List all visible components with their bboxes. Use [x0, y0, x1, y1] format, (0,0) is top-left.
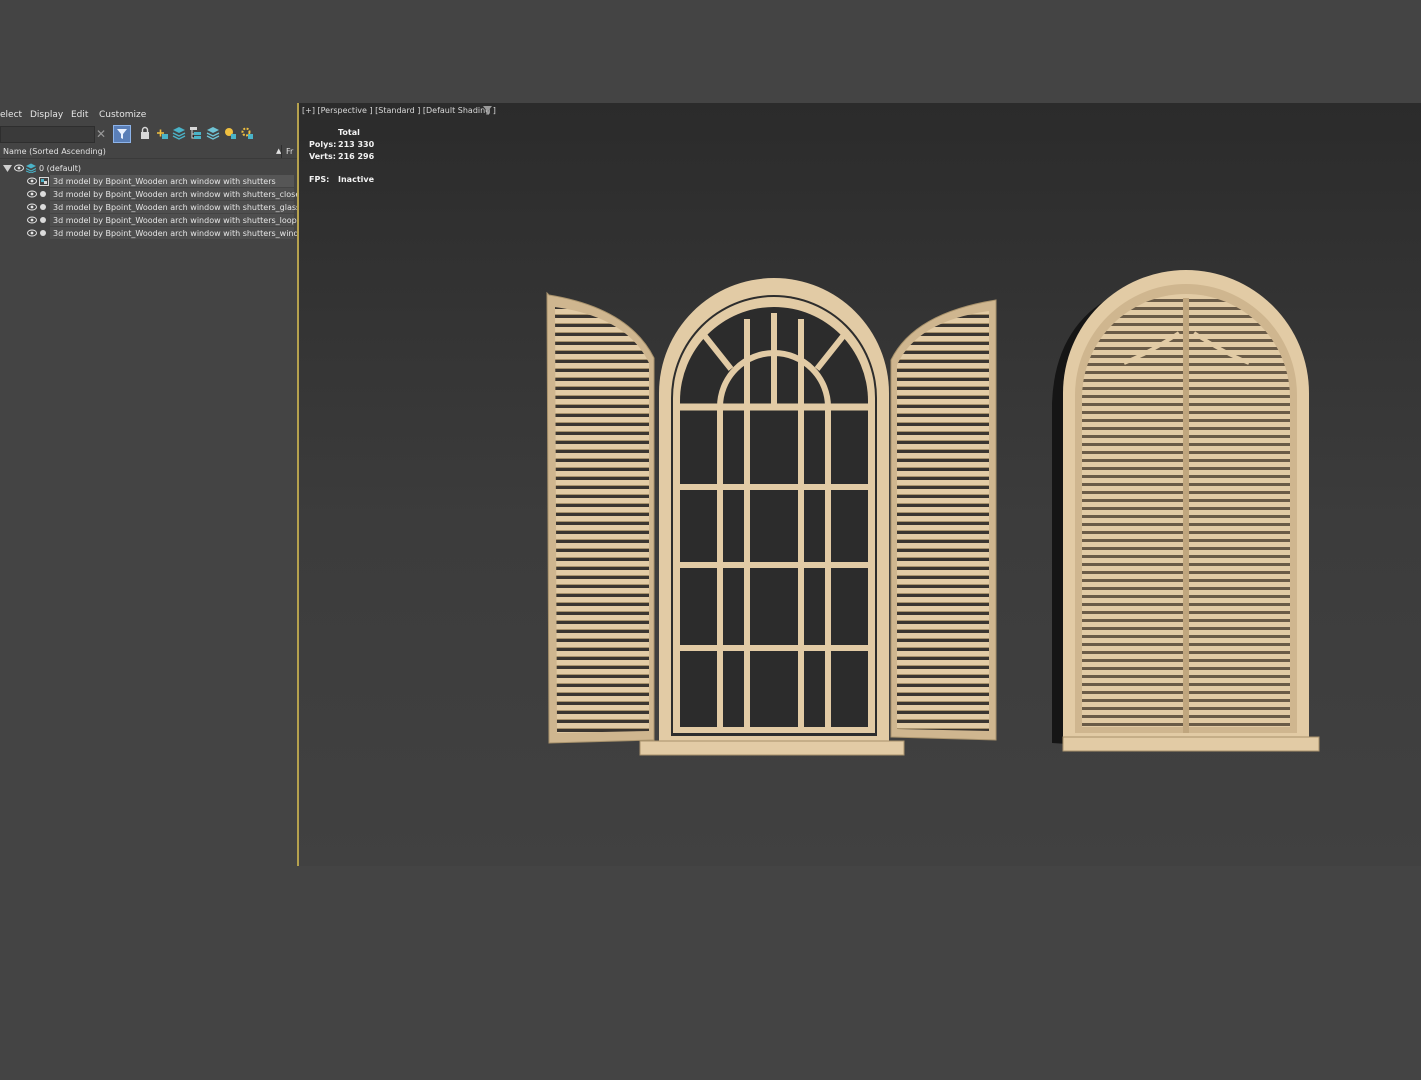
- object-label: 3d model by Bpoint_Wooden arch window wi…: [53, 229, 311, 238]
- filter-toggle-button[interactable]: [113, 125, 131, 143]
- perspective-viewport[interactable]: [+] [Perspective ] [Standard ] [Default …: [299, 103, 1421, 866]
- layer-stack-icon: [206, 127, 220, 140]
- geometry-icon: [40, 191, 46, 197]
- explorer-menubar: elect Display Edit Customize: [0, 107, 297, 123]
- object-row[interactable]: 3d model by Bpoint_Wooden arch window wi…: [0, 175, 297, 188]
- lock-button[interactable]: [137, 125, 153, 141]
- object-row[interactable]: 3d model by Bpoint_Wooden arch window wi…: [0, 201, 301, 214]
- layer-hierarchy-button[interactable]: [188, 125, 204, 141]
- layer-label: 0 (default): [39, 164, 82, 173]
- add-layer-icon: [157, 129, 168, 139]
- filter-icon: [117, 129, 127, 139]
- explorer-toolbar: ✕: [0, 125, 297, 143]
- closed-window-model: [1052, 270, 1320, 752]
- visibility-eye-icon[interactable]: [27, 190, 37, 198]
- scene-explorer: elect Display Edit Customize ✕ Name (Sor…: [0, 103, 310, 866]
- hierarchy-icon: [190, 127, 201, 139]
- group-icon: [39, 177, 49, 186]
- visibility-eye-icon[interactable]: [27, 203, 37, 211]
- object-label: 3d model by Bpoint_Wooden arch window wi…: [53, 190, 306, 199]
- lock-icon: [141, 126, 149, 139]
- visibility-eye-icon[interactable]: [27, 177, 37, 185]
- search-input[interactable]: [0, 126, 95, 143]
- layer-icon: [26, 163, 36, 173]
- expand-arrow-icon[interactable]: [3, 165, 12, 172]
- geometry-icon: [40, 204, 46, 210]
- menu-customize[interactable]: Customize: [99, 107, 146, 123]
- object-row[interactable]: 3d model by Bpoint_Wooden arch window wi…: [0, 227, 310, 240]
- app-window: elect Display Edit Customize ✕ Name (Sor…: [0, 103, 1421, 866]
- visibility-eye-icon[interactable]: [27, 216, 37, 224]
- scene-render: [546, 270, 1320, 756]
- geometry-icon: [40, 230, 46, 236]
- menu-display[interactable]: Display: [30, 107, 63, 123]
- menu-select[interactable]: elect: [0, 107, 22, 123]
- layers-icon: [172, 127, 186, 140]
- name-column-header[interactable]: Name (Sorted Ascending): [3, 145, 106, 158]
- frozen-column-header[interactable]: Fr: [286, 145, 293, 158]
- visibility-eye-icon[interactable]: [14, 164, 24, 172]
- object-row[interactable]: 3d model by Bpoint_Wooden arch window wi…: [0, 214, 301, 227]
- clear-search-icon[interactable]: ✕: [96, 125, 106, 143]
- object-label: 3d model by Bpoint_Wooden arch window wi…: [53, 203, 301, 212]
- highlight-icon: [225, 128, 236, 139]
- column-header[interactable]: Name (Sorted Ascending) ▲ Fr: [0, 145, 297, 159]
- highlight-layer-button[interactable]: [222, 125, 238, 141]
- gear-icon: [241, 127, 253, 139]
- object-row[interactable]: 3d model by Bpoint_Wooden arch window wi…: [0, 188, 305, 201]
- settings-button[interactable]: [239, 125, 255, 141]
- layer-row-default[interactable]: 0 (default): [0, 162, 297, 175]
- select-layer-button[interactable]: [205, 125, 221, 141]
- add-to-layer-button[interactable]: [171, 125, 187, 141]
- column-separator[interactable]: [281, 145, 282, 158]
- open-window-model: [546, 278, 997, 756]
- object-label: 3d model by Bpoint_Wooden arch window wi…: [53, 177, 276, 186]
- visibility-eye-icon[interactable]: [27, 229, 37, 237]
- geometry-icon: [40, 217, 46, 223]
- object-label: 3d model by Bpoint_Wooden arch window wi…: [53, 216, 301, 225]
- create-layer-button[interactable]: [154, 125, 170, 141]
- menu-edit[interactable]: Edit: [71, 107, 88, 123]
